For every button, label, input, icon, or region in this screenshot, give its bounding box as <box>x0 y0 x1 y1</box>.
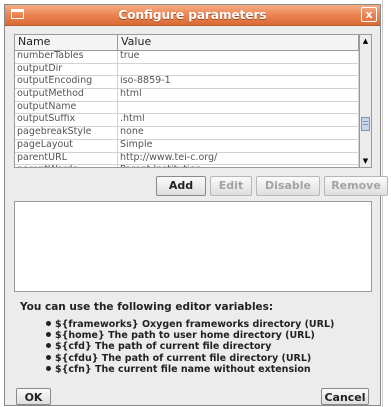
bullet-icon <box>46 321 51 326</box>
parameter-value-cell[interactable]: http://www.tei-c.org/ <box>118 152 359 165</box>
parameter-name-cell[interactable]: outputDir <box>15 63 118 76</box>
parameter-name-cell[interactable]: outputMethod <box>15 89 118 101</box>
variable-text: ${cfd} The path of current file director… <box>55 341 272 353</box>
column-header-value[interactable]: Value <box>118 35 359 50</box>
disable-button[interactable]: Disable <box>256 176 320 196</box>
bullet-icon <box>46 365 51 371</box>
parameter-value-cell[interactable]: .html <box>118 114 359 127</box>
configure-parameters-dialog: Configure parameters x Name Value number… <box>4 4 388 406</box>
variable-text: ${cfn} The current file name without ext… <box>55 363 311 375</box>
remove-button[interactable]: Remove <box>324 176 388 196</box>
parameter-value-cell[interactable]: Parent Institution <box>118 165 359 167</box>
list-item: ${frameworks} Oxygen frameworks director… <box>46 319 334 330</box>
bullet-icon <box>46 332 51 338</box>
scroll-down-arrow-icon[interactable]: ▼ <box>361 156 370 166</box>
parameter-name-cell[interactable]: parentURL <box>15 152 118 165</box>
parameter-value-cell[interactable]: true <box>118 51 359 63</box>
parameter-name-cell[interactable]: pagebreakStyle <box>15 127 118 139</box>
list-item: ${cfdu} The path of current file directo… <box>46 353 334 364</box>
table-scrollbar[interactable]: ▲ ▼ <box>360 34 372 168</box>
table-row[interactable]: outputDir <box>15 63 359 77</box>
table-row[interactable]: parentURL http://www.tei-c.org/ <box>15 152 359 166</box>
title-bar[interactable]: Configure parameters x <box>5 5 380 26</box>
parameter-value-cell[interactable] <box>118 101 359 114</box>
ok-button[interactable]: OK <box>16 388 51 405</box>
edit-button[interactable]: Edit <box>210 176 252 196</box>
table-row[interactable]: outputMethod html <box>15 89 359 102</box>
add-button[interactable]: Add <box>156 176 206 196</box>
parameter-name-cell[interactable]: outputEncoding <box>15 76 118 89</box>
background-window <box>382 0 391 407</box>
bullet-icon <box>46 343 51 349</box>
editor-variables-list: ${frameworks} Oxygen frameworks director… <box>46 319 334 375</box>
table-row[interactable]: pagebreakStyle none <box>15 127 359 140</box>
table-row[interactable]: outputName <box>15 101 359 115</box>
parameter-value-cell[interactable]: html <box>118 89 359 101</box>
table-header: Name Value <box>15 35 359 51</box>
parameter-name-cell[interactable]: pageLayout <box>15 139 118 152</box>
variable-text: ${cfdu} The path of current file directo… <box>55 352 312 364</box>
list-item: ${home} The path to user home directory … <box>46 330 334 341</box>
close-button[interactable]: x <box>361 7 377 22</box>
parameter-value-cell[interactable]: Simple <box>118 139 359 152</box>
parameter-value-cell[interactable]: none <box>118 127 359 139</box>
table-row[interactable]: numberTables true <box>15 51 359 64</box>
column-header-name[interactable]: Name <box>15 35 118 50</box>
table-row[interactable]: pageLayout Simple <box>15 139 359 153</box>
cancel-button[interactable]: Cancel <box>321 388 369 405</box>
parameter-name-cell[interactable]: numberTables <box>15 51 118 63</box>
editor-variables-heading: You can use the following editor variabl… <box>20 301 274 313</box>
variable-text: ${home} The path to user home directory … <box>55 330 315 342</box>
table-row[interactable]: outputEncoding iso-8859-1 <box>15 76 359 90</box>
table-row[interactable]: parentWordsParent Institution <box>15 165 359 167</box>
scroll-thumb[interactable] <box>361 117 370 131</box>
window-title: Configure parameters <box>118 8 267 22</box>
parameter-name-cell[interactable]: outputSuffix <box>15 114 118 127</box>
parameter-name-cell[interactable]: parentWords <box>15 165 118 167</box>
parameters-table[interactable]: Name Value numberTables true outputDir outp… <box>14 34 360 168</box>
scroll-up-arrow-icon[interactable]: ▲ <box>361 36 370 46</box>
variable-text: ${frameworks} Oxygen frameworks director… <box>55 319 335 330</box>
table-buttons: Add Edit Disable Remove <box>156 176 388 196</box>
table-body: numberTables true outputDir outputEncoding i… <box>15 51 359 167</box>
parameter-value-cell[interactable] <box>118 63 359 76</box>
list-item: ${cfd} The path of current file director… <box>46 341 334 352</box>
table-row[interactable]: outputSuffix .html <box>15 114 359 128</box>
list-item: ${cfn} The current file name without ext… <box>46 364 334 375</box>
parameter-description-area[interactable] <box>14 201 372 292</box>
parameter-value-cell[interactable]: iso-8859-1 <box>118 76 359 89</box>
bullet-icon <box>46 354 51 360</box>
parameter-name-cell[interactable]: outputName <box>15 101 118 114</box>
